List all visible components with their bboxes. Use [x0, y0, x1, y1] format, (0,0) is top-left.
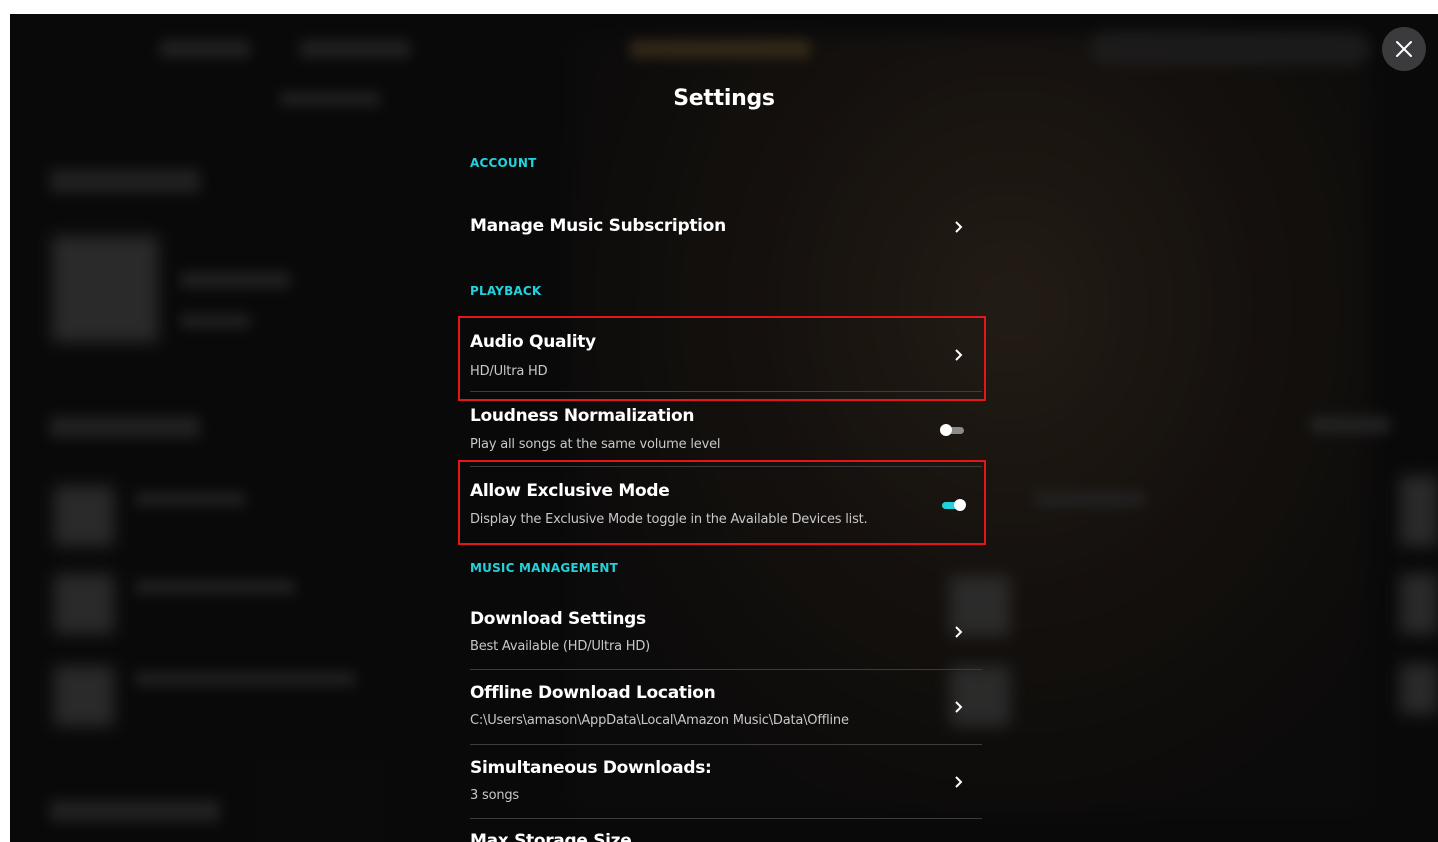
chevron-right-icon	[955, 221, 963, 233]
audio-quality-highlight	[458, 316, 986, 401]
row-title: Simultaneous Downloads:	[470, 758, 712, 778]
row-title: Download Settings	[470, 609, 646, 629]
toggle-knob	[940, 424, 952, 436]
chevron-right-icon	[955, 701, 963, 713]
page-title: Settings	[673, 86, 775, 111]
row-subtitle: 3 songs	[470, 788, 519, 803]
section-label-playback: PLAYBACK	[470, 284, 542, 298]
download-settings-row[interactable]: Download Settings Best Available (HD/Ult…	[458, 595, 982, 670]
settings-window: Settings ACCOUNT Manage Music Subscripti…	[10, 14, 1438, 842]
max-storage-size-row[interactable]: Max Storage Size	[458, 819, 982, 842]
simultaneous-downloads-row[interactable]: Simultaneous Downloads: 3 songs	[458, 745, 982, 819]
row-subtitle: Play all songs at the same volume level	[470, 437, 721, 452]
row-title: Loudness Normalization	[470, 406, 695, 426]
loudness-normalization-row: Loudness Normalization Play all songs at…	[458, 392, 982, 467]
row-subtitle: Best Available (HD/Ultra HD)	[470, 639, 651, 654]
loudness-normalization-toggle[interactable]	[940, 424, 966, 436]
chevron-right-icon	[955, 776, 963, 788]
row-subtitle: C:\Users\amason\AppData\Local\Amazon Mus…	[470, 713, 849, 728]
close-button[interactable]	[1382, 27, 1426, 71]
manage-music-subscription-row[interactable]: Manage Music Subscription	[458, 204, 982, 250]
section-label-account: ACCOUNT	[470, 156, 537, 170]
offline-download-location-row[interactable]: Offline Download Location C:\Users\amaso…	[458, 670, 982, 745]
exclusive-mode-highlight	[458, 460, 986, 545]
close-icon	[1396, 41, 1412, 57]
section-label-music-management: MUSIC MANAGEMENT	[470, 561, 618, 575]
chevron-right-icon	[955, 626, 963, 638]
row-title: Manage Music Subscription	[470, 216, 726, 236]
row-title: Max Storage Size	[470, 831, 632, 842]
row-title: Offline Download Location	[470, 683, 716, 703]
